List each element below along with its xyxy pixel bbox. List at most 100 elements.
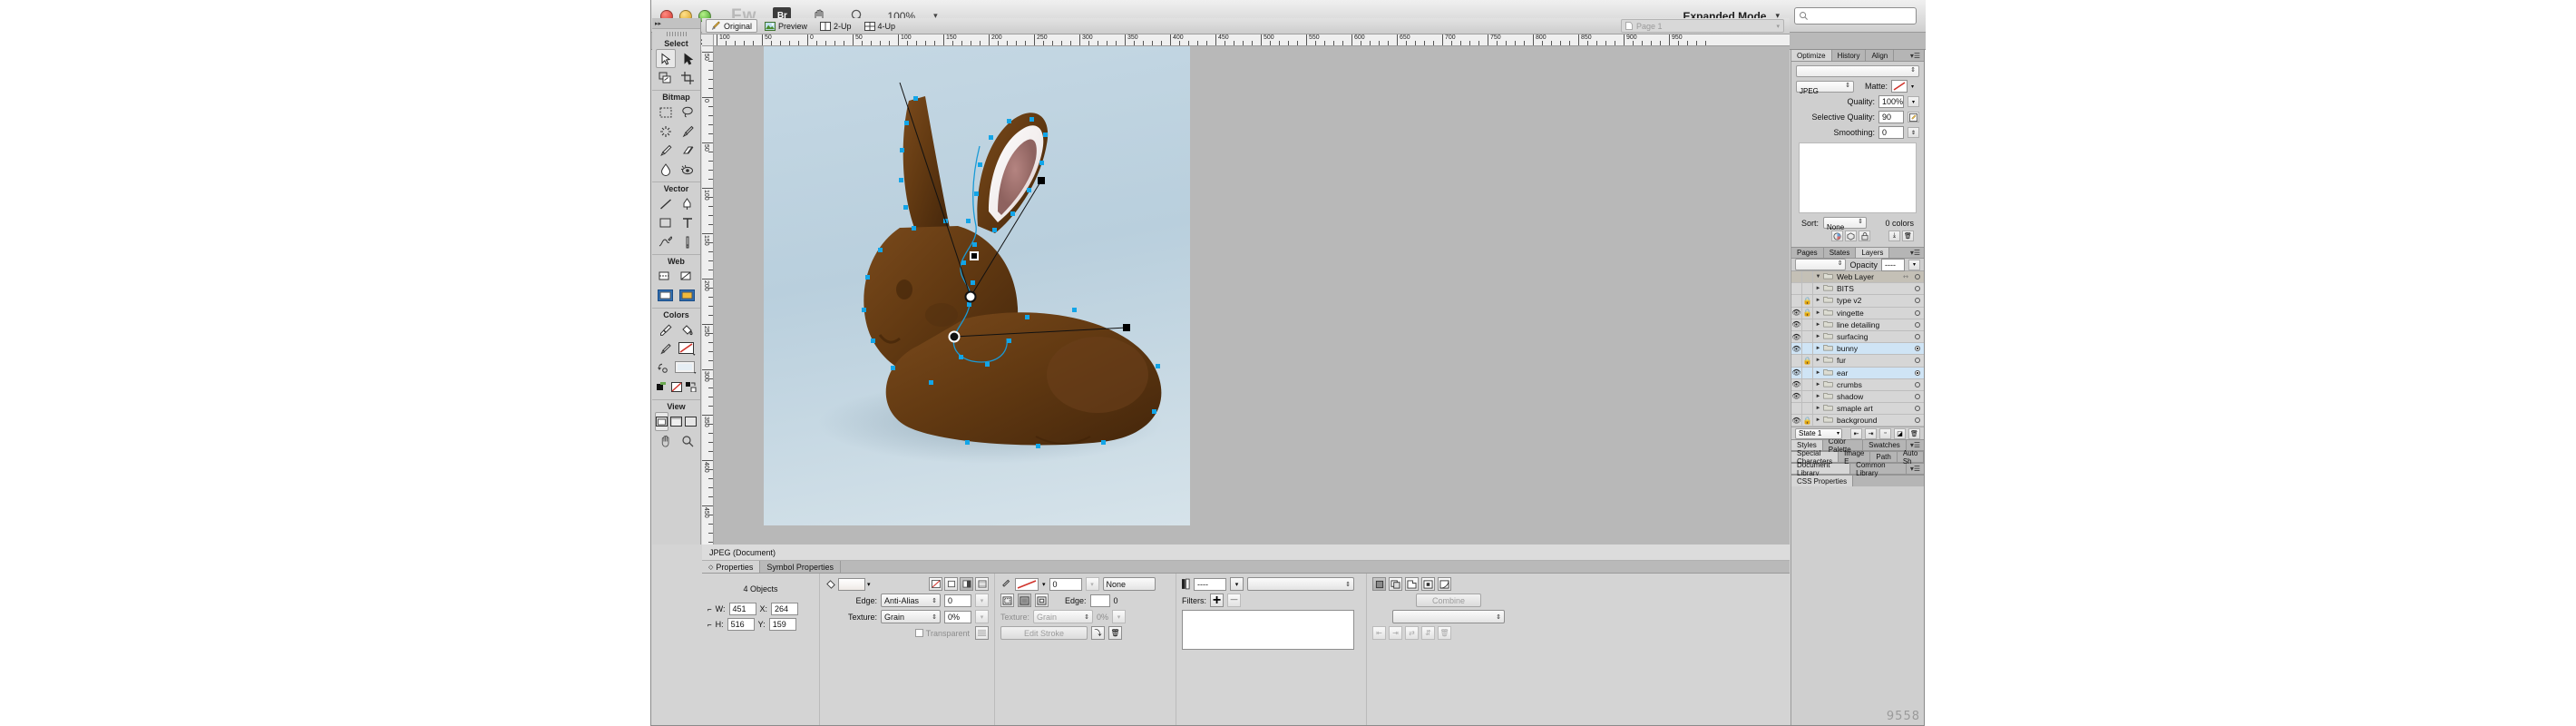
fill-texture-select[interactable]: Grain ⇕ xyxy=(881,610,941,623)
y-input[interactable]: 159 xyxy=(768,618,796,631)
delete-color-icon[interactable]: 🗑 xyxy=(1902,231,1914,241)
texture-preview-icon[interactable] xyxy=(975,626,989,640)
sort-select[interactable]: None ⇕ xyxy=(1823,217,1868,231)
opacity-popup-button[interactable]: ▾ xyxy=(1230,577,1244,591)
layer-select-radio[interactable] xyxy=(1911,346,1924,352)
fill-color-swatch[interactable] xyxy=(838,577,865,591)
color-table[interactable] xyxy=(1799,142,1917,213)
layer-select-radio[interactable] xyxy=(1911,358,1924,364)
fill-none-button[interactable] xyxy=(929,577,942,591)
layer-expand-toggle[interactable]: ► xyxy=(1813,334,1823,339)
layer-lock-toggle[interactable] xyxy=(1802,283,1813,295)
tab-history[interactable]: History xyxy=(1832,50,1867,61)
layer-visibility-toggle[interactable] xyxy=(1791,283,1802,295)
new-layer-button[interactable]: ⇥ xyxy=(1865,427,1877,439)
align-right-button[interactable]: ⇄ xyxy=(1405,626,1419,640)
add-mask-button[interactable]: ◪ xyxy=(1894,427,1906,439)
eyedropper-tool[interactable] xyxy=(656,320,676,339)
layer-expand-toggle[interactable]: ► xyxy=(1813,370,1823,376)
ruler-corner[interactable] xyxy=(702,34,714,46)
tab-optimize[interactable]: Optimize xyxy=(1791,50,1832,61)
distribute-button[interactable]: ⇵ xyxy=(1421,626,1435,640)
stepper-icon[interactable]: ⇕ xyxy=(1838,260,1843,267)
layer-select-radio[interactable] xyxy=(1911,274,1924,280)
polygon-slice-tool[interactable] xyxy=(678,267,698,286)
x-input[interactable]: 264 xyxy=(771,603,799,615)
layer-select-radio[interactable] xyxy=(1911,321,1924,328)
width-input[interactable]: 451 xyxy=(728,603,756,615)
lock-color-icon[interactable] xyxy=(1859,231,1870,241)
union-button[interactable] xyxy=(1372,577,1386,591)
layer-row[interactable]: ► smaple art xyxy=(1791,403,1924,416)
fill-solid-button[interactable] xyxy=(944,577,958,591)
tab-align[interactable]: Align xyxy=(1866,50,1895,61)
fill-edge-select[interactable]: Anti-Alias ⇕ xyxy=(881,594,941,607)
swap-colors[interactable] xyxy=(685,378,697,397)
layer-lock-toggle[interactable] xyxy=(1802,330,1813,343)
stroke-edge-slider[interactable] xyxy=(1089,594,1110,607)
layer-list[interactable]: ▼ Web Layer ⇿ ► BITS 🔒 ► type v2 👁 🔒 ► vingette 👁 ► li… xyxy=(1791,270,1924,427)
reset-colors-button[interactable] xyxy=(653,358,673,378)
stepper-icon[interactable]: ⇕ xyxy=(932,613,937,621)
eye-icon[interactable]: 👁 xyxy=(1791,333,1800,341)
layer-lock-toggle[interactable]: 🔒 xyxy=(1802,307,1813,319)
matte-color-swatch[interactable] xyxy=(1891,80,1908,93)
stepper-icon[interactable]: ⇕ xyxy=(1845,82,1850,89)
transparency-icon[interactable] xyxy=(1845,231,1857,241)
eye-icon[interactable]: 👁 xyxy=(1791,320,1800,329)
stroke-color[interactable] xyxy=(656,339,676,358)
crop-tool[interactable] xyxy=(678,68,698,87)
optimize-preset-select[interactable]: ⇕ xyxy=(1796,65,1919,77)
layer-select-radio[interactable] xyxy=(1911,406,1924,412)
scale-tool[interactable] xyxy=(656,68,676,87)
layer-lock-toggle[interactable] xyxy=(1802,367,1813,378)
dodge-tool[interactable] xyxy=(678,160,698,179)
combine-button[interactable]: Combine xyxy=(1416,594,1481,607)
view-2up-button[interactable]: 2-Up xyxy=(815,19,857,33)
pen-tool[interactable] xyxy=(678,194,698,213)
layer-opacity-input[interactable]: ---- xyxy=(1881,258,1905,271)
intersect-button[interactable] xyxy=(1389,577,1402,591)
smoothing-input[interactable]: 0 xyxy=(1878,126,1904,139)
stroke-align-outside[interactable] xyxy=(1035,594,1049,607)
no-color-icon[interactable] xyxy=(670,378,682,397)
layer-expand-toggle[interactable]: ► xyxy=(1813,394,1823,399)
layer-select-radio[interactable] xyxy=(1911,381,1924,388)
search-field[interactable] xyxy=(1809,9,1908,23)
layer-visibility-toggle[interactable]: 👁 xyxy=(1791,390,1802,403)
layer-row[interactable]: ▼ Web Layer ⇿ xyxy=(1791,271,1924,284)
layer-visibility-toggle[interactable]: 👁 xyxy=(1791,378,1802,390)
layer-visibility-toggle[interactable] xyxy=(1791,355,1802,367)
layer-row[interactable]: 👁 ► bunny xyxy=(1791,343,1924,356)
zoom-tool[interactable] xyxy=(678,431,698,450)
constrain-icon-2[interactable]: ⌐ xyxy=(707,621,712,629)
rebuild-palette-icon[interactable]: ⤓ xyxy=(1888,231,1900,241)
layer-lock-toggle[interactable]: 🔒 xyxy=(1802,295,1813,307)
edit-color-icon[interactable] xyxy=(1831,231,1843,241)
layer-lock-toggle[interactable] xyxy=(1802,271,1813,283)
layer-visibility-toggle[interactable]: 👁 xyxy=(1791,330,1802,343)
artboard[interactable] xyxy=(764,46,1190,525)
layer-lock-toggle[interactable] xyxy=(1802,403,1813,415)
layer-row[interactable]: ► BITS xyxy=(1791,283,1924,296)
layer-expand-toggle[interactable]: ► xyxy=(1813,298,1823,303)
layer-row[interactable]: 🔒 ► type v2 xyxy=(1791,295,1924,308)
layer-lock-toggle[interactable] xyxy=(1802,319,1813,330)
tab-common-library[interactable]: Common Library xyxy=(1850,461,1907,477)
collapse-icon[interactable]: ▸▸ xyxy=(655,20,661,27)
full-screen[interactable] xyxy=(684,412,698,431)
layer-select-radio[interactable] xyxy=(1911,334,1924,340)
transparent-checkbox[interactable] xyxy=(914,629,923,637)
delete-object-button[interactable]: 🗑 xyxy=(1438,626,1451,640)
chevron-down-icon[interactable]: ▾ xyxy=(1911,83,1914,90)
smoothing-stepper[interactable]: ⇕ xyxy=(1908,127,1919,138)
lock-icon[interactable]: 🔒 xyxy=(1803,357,1812,365)
tab-swatches[interactable]: Swatches xyxy=(1863,440,1907,451)
vertical-ruler[interactable]: 50050100150200250300350400450500 xyxy=(702,46,714,544)
fill-pattern-button[interactable] xyxy=(975,577,989,591)
eye-icon[interactable]: 👁 xyxy=(1791,392,1800,400)
layer-expand-toggle[interactable]: ► xyxy=(1813,346,1823,351)
text-tool[interactable] xyxy=(678,213,698,232)
stroke-align-inside[interactable] xyxy=(1000,594,1014,607)
subselect-tool[interactable] xyxy=(678,49,698,68)
